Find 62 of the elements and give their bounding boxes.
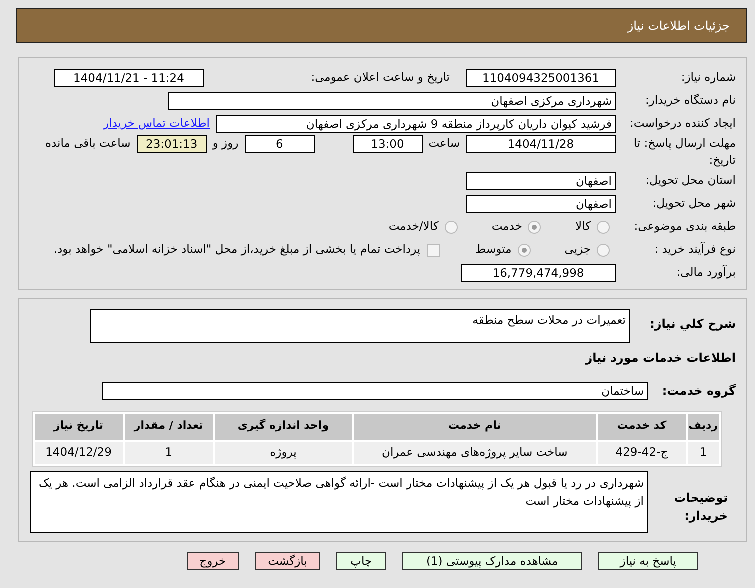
action-button[interactable]: خروج (186, 552, 240, 570)
text-field[interactable]: ساختمان (102, 382, 648, 400)
field-label: گروه خدمت: (661, 383, 736, 400)
action-button[interactable]: پاسخ به نیاز (598, 552, 698, 570)
checkbox-label: پرداخت تمام یا بخشی از مبلغ خرید،از محل "اسناد خزانه اسلامی" خواهد بود. (54, 241, 421, 258)
text-field[interactable]: 13:00 (352, 135, 423, 153)
radio-button[interactable] (518, 244, 531, 256)
text-field[interactable]: 1104094325001361 (466, 68, 616, 86)
text-field[interactable]: شهرداری مرکزی اصفهان (168, 92, 616, 110)
section-heading: اطلاعات خدمات مورد نیاز (586, 350, 736, 367)
text-field[interactable]: اصفهان (466, 195, 616, 213)
radio-button[interactable] (528, 220, 542, 234)
text-field[interactable]: 1404/11/28 (466, 135, 616, 153)
option-label: خدمت (492, 218, 522, 236)
column-header: تاریخ نیاز (35, 414, 123, 440)
text-field[interactable]: اصفهان (466, 172, 616, 190)
field-label: تاریخ و ساعت اعلان عمومی: (310, 68, 450, 86)
option-label: کالا (575, 218, 591, 236)
text-field[interactable]: 16,779,474,998 (461, 264, 616, 282)
column-header: کد خدمت (598, 414, 686, 440)
radio-button[interactable] (597, 244, 610, 256)
field-label: توضیحات خریدار: (673, 490, 729, 524)
field-label: استان محل تحویل: (644, 172, 736, 190)
radio-button[interactable] (597, 220, 610, 234)
table-cell: ساخت سایر پروژه‌های مهندسی عمران (354, 442, 596, 464)
action-button[interactable]: چاپ (336, 552, 386, 570)
field-label: شهر محل تحویل: (652, 195, 736, 212)
field-label: مهلت ارسال پاسخ: تا تاریخ: (632, 135, 736, 170)
column-header: تعداد / مقدار (124, 414, 214, 440)
field-label: ساعت باقی مانده (46, 135, 131, 152)
page-title: جزئیات اطلاعات نیاز (628, 18, 730, 34)
table-cell: 1 (688, 442, 719, 464)
field-label: ایجاد کننده درخواست: (629, 114, 736, 132)
option-label: کالا/خدمت (388, 218, 439, 236)
action-button[interactable]: بازگشت (255, 552, 320, 570)
text-field[interactable]: 1404/11/21 - 11:24 (54, 68, 204, 86)
table-cell: 1404/12/29 (35, 442, 123, 464)
field-label: ساعت (428, 135, 460, 152)
table-cell: ج-42-429 (598, 442, 686, 464)
field-label: شماره نیاز: (680, 68, 736, 86)
field-label: روز و (212, 135, 239, 152)
field-label: شرح کلي نیاز: (649, 316, 736, 332)
contact-link[interactable]: اطلاعات تماس خریدار (103, 114, 210, 132)
action-button[interactable]: مشاهده مدارک پیوستی (1) (402, 552, 582, 570)
field-label: نوع فرآیند خرید : (654, 241, 736, 258)
option-label: متوسط (476, 241, 512, 258)
radio-button[interactable] (444, 220, 458, 234)
notes-box[interactable]: شهرداری در رد یا قبول هر یک از پیشنهادات مختار است -ارائه گواهی صلاحیت ایمنی در هنگام عقد قرارداد الزامی است. هر یک از پیشنهادات مختار است (30, 470, 648, 532)
column-header: ردیف (688, 414, 719, 440)
table-cell: پروژه (215, 442, 352, 464)
field-label: برآورد مالی: (676, 264, 736, 282)
column-header: نام خدمت (354, 414, 596, 440)
table-cell: 1 (124, 442, 214, 464)
checkbox[interactable] (426, 244, 440, 256)
column-header: واحد اندازه گیری (215, 414, 352, 440)
text-field[interactable]: 6 (244, 135, 315, 153)
countdown-field[interactable]: 23:01:13 (136, 135, 207, 153)
option-label: جزیی (564, 241, 591, 258)
field-label: طبقه بندی موضوعی: (633, 218, 736, 236)
text-field[interactable]: فرشید کیوان داریان کارپرداز منطقه 9 شهرداری مرکزی اصفهان (216, 114, 616, 132)
description-box[interactable]: تعمیرات در محلات سطح منطقه (90, 308, 630, 342)
field-label: نام دستگاه خریدار: (644, 92, 736, 109)
